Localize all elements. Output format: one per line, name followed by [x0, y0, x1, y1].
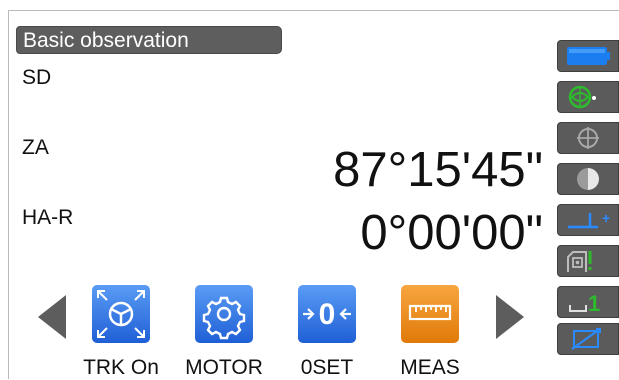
ha-value: 0°00'00" [360, 206, 543, 260]
next-page-arrow-icon[interactable] [495, 294, 525, 345]
tracking-icon [92, 285, 150, 343]
ha-label: HA-R [22, 206, 74, 229]
crosshair-button[interactable] [557, 122, 619, 154]
observation-screen: Basic observation SD ZA 87°15'45" HA-R 0… [0, 0, 619, 379]
za-value: 87°15'45" [333, 143, 543, 197]
instrument-height-icon: + [568, 210, 610, 229]
trk-on-label: TRK On [83, 356, 159, 379]
zero-set-button[interactable]: 0 [298, 285, 356, 343]
zero-set-icon: 0 [298, 285, 356, 343]
battery-icon [567, 47, 610, 65]
title-bar: Basic observation [16, 26, 282, 54]
laser-pointer-button[interactable] [557, 323, 619, 355]
target-number-icon: 1 [569, 291, 600, 316]
target-number-value: 1 [588, 291, 600, 316]
za-label: ZA [22, 136, 49, 159]
instrument-height-button[interactable]: + [557, 204, 619, 236]
laser-icon [571, 328, 601, 350]
page-title: Basic observation [23, 29, 189, 52]
sd-label: SD [22, 66, 52, 89]
svg-text:0: 0 [319, 298, 336, 331]
ruler-icon [401, 285, 459, 343]
screen-border-left [8, 10, 9, 379]
crosshair-icon [577, 127, 599, 149]
previous-page-arrow-icon[interactable] [37, 294, 67, 345]
battery-status-button[interactable] [557, 40, 619, 72]
target-circle-icon [568, 85, 596, 109]
target-number-button[interactable]: 1 [557, 286, 619, 318]
motor-button[interactable] [195, 285, 253, 343]
trk-on-button[interactable] [92, 285, 150, 343]
gear-icon [195, 285, 253, 343]
prism-constant-button[interactable] [557, 245, 619, 277]
face-toggle-button[interactable] [557, 163, 619, 195]
target-type-button[interactable] [557, 81, 619, 113]
svg-text:+: + [602, 210, 610, 226]
prism-icon [567, 251, 592, 272]
screen-border-top [8, 10, 619, 11]
half-circle-icon [577, 168, 599, 190]
meas-button[interactable] [401, 285, 459, 343]
motor-label: MOTOR [185, 356, 263, 379]
zero-set-label: 0SET [300, 356, 354, 379]
meas-label: MEAS [400, 356, 460, 379]
